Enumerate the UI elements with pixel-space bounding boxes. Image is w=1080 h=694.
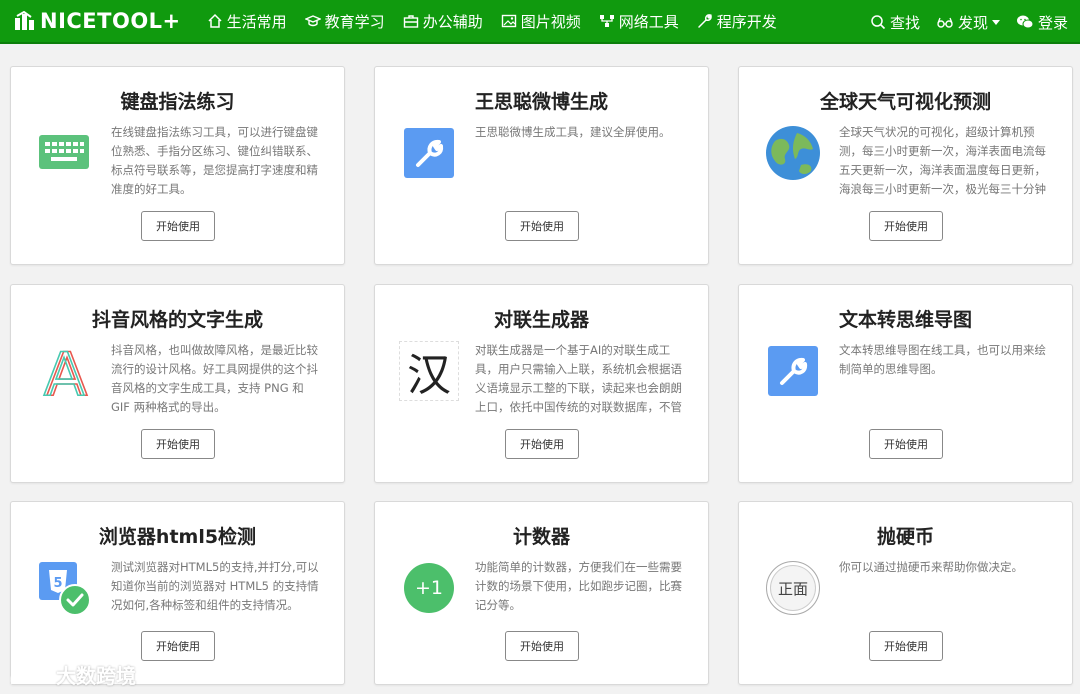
nav-item-education[interactable]: 教育学习 xyxy=(304,11,385,32)
html5-number: 5 xyxy=(53,576,62,591)
watermark-text: 大数跨境 xyxy=(56,664,136,688)
nav-search[interactable]: 查找 xyxy=(870,12,920,33)
card-description: 王思聪微博生成工具，建议全屏使用。 xyxy=(475,125,671,139)
watermark-logo-icon xyxy=(10,664,48,684)
card-description: 功能简单的计数器，方便我们在一些需要计数的场景下使用，比如跑步记圈，比赛记分等。 xyxy=(475,560,682,612)
nav-item-dev[interactable]: 程序开发 xyxy=(697,11,777,32)
tool-card: 全球天气可视化预测 全球天气状况的可视化，超级计算机预测，每三小时更新一次，海洋… xyxy=(738,66,1073,265)
start-button[interactable]: 开始使用 xyxy=(505,631,579,661)
nav-login-label: 登录 xyxy=(1037,13,1068,32)
brand-name: NICETOOL+ xyxy=(40,9,181,33)
nav-item-network[interactable]: 网络工具 xyxy=(599,11,679,32)
plus-one-text: +1 xyxy=(414,577,443,599)
card-title: 文本转思维导图 xyxy=(838,309,972,331)
start-button[interactable]: 开始使用 xyxy=(505,211,579,241)
brand-logo[interactable]: NICETOOL+ xyxy=(14,9,181,33)
html5-check-icon: 5 xyxy=(37,560,93,616)
coin-icon: 正面 xyxy=(765,560,821,616)
search-icon xyxy=(871,15,886,30)
wechat-icon xyxy=(1016,15,1034,29)
start-button[interactable]: 开始使用 xyxy=(505,429,579,459)
nav-discover-label: 发现 xyxy=(957,13,988,32)
han-character-icon: 汉 xyxy=(399,341,459,401)
logo-icon xyxy=(15,11,34,30)
tool-card: 文本转思维导图 文本转思维导图在线工具，也可以用来绘制简单的思维导图。 开始使用 xyxy=(738,284,1073,483)
nav-item-life[interactable]: 生活常用 xyxy=(207,11,287,32)
card-description: 在线键盘指法练习工具，可以进行键盘键位熟悉、手指分区练习、键位纠错联系、标点符号… xyxy=(111,125,318,196)
nav-item-office[interactable]: 办公辅助 xyxy=(403,11,483,32)
chevron-down-icon xyxy=(991,19,1000,25)
briefcase-icon xyxy=(403,15,418,28)
tool-card: 浏览器html5检测 5 测试浏览器对HTML5的支持,并打分,可以知道你当前的… xyxy=(10,501,345,685)
card-title: 计数器 xyxy=(512,526,570,548)
coin-face-text: 正面 xyxy=(777,579,808,598)
watermark: 大数跨境 xyxy=(8,660,136,689)
card-title: 全球天气可视化预测 xyxy=(819,91,991,113)
start-button[interactable]: 开始使用 xyxy=(869,631,943,661)
card-description: 文本转思维导图在线工具，也可以用来绘制简单的思维导图。 xyxy=(839,343,1046,376)
start-button[interactable]: 开始使用 xyxy=(141,429,215,459)
plus-one-icon: +1 xyxy=(401,560,457,616)
nav-item-label: 图片视频 xyxy=(520,12,581,31)
card-description: 对联生成器是一个基于AI的对联生成工具，用户只需输入上联，系统机会根据语义语境显… xyxy=(475,343,682,414)
start-button[interactable]: 开始使用 xyxy=(141,631,215,661)
start-button[interactable]: 开始使用 xyxy=(869,429,943,459)
start-button[interactable]: 开始使用 xyxy=(141,211,215,241)
nav-login[interactable]: 登录 xyxy=(1016,12,1068,33)
tool-card: 抛硬币 正面 你可以通过抛硬币来帮助你做决定。 开始使用 xyxy=(738,501,1073,685)
wrench-tile-icon xyxy=(765,343,821,399)
card-title: 王思聪微博生成 xyxy=(474,91,608,113)
glitch-letter-a-icon: A A xyxy=(37,341,93,401)
tool-card: 计数器 +1 功能简单的计数器，方便我们在一些需要计数的场景下使用，比如跑步记圈… xyxy=(374,501,709,685)
card-title: 对联生成器 xyxy=(493,309,589,331)
nav-item-label: 网络工具 xyxy=(618,12,679,31)
nav-item-label: 程序开发 xyxy=(716,12,777,31)
card-description: 抖音风格，也叫做故障风格，是最近比较流行的设计风格。好工具网提供的这个抖音风格的… xyxy=(111,343,318,414)
graduation-cap-icon xyxy=(304,15,321,27)
tool-card: 抖音风格的文字生成 A A 抖音风格，也叫做故障风格，是最近比较流行的设计风格。… xyxy=(10,284,345,483)
card-title: 抖音风格的文字生成 xyxy=(91,309,263,331)
nav-discover-dropdown[interactable]: 发现 xyxy=(936,12,1000,33)
tool-card: 王思聪微博生成 王思聪微博生成工具，建议全屏使用。 开始使用 xyxy=(374,66,709,265)
nav-item-label: 教育学习 xyxy=(324,12,385,31)
card-description: 测试浏览器对HTML5的支持,并打分,可以知道你当前的浏览器对 HTML5 的支… xyxy=(111,560,319,612)
nav-item-label: 生活常用 xyxy=(226,12,287,31)
wrench-icon xyxy=(697,14,712,28)
card-title: 抛硬币 xyxy=(876,526,934,548)
card-description: 你可以通过抛硬币来帮助你做决定。 xyxy=(839,560,1023,574)
network-icon xyxy=(599,15,614,27)
keyboard-icon xyxy=(39,135,89,169)
card-description: 全球天气状况的可视化，超级计算机预测，每三小时更新一次，海洋表面电流每五天更新一… xyxy=(839,125,1046,196)
nav-item-label: 办公辅助 xyxy=(422,12,483,31)
top-navbar: NICETOOL+ 生活常用 教育学习 办公辅助 图片视频 网络工具 程序开发 xyxy=(0,0,1080,44)
card-title: 键盘指法练习 xyxy=(120,91,235,113)
nav-item-media[interactable]: 图片视频 xyxy=(501,11,581,32)
globe-icon xyxy=(765,125,821,181)
home-icon xyxy=(208,13,222,28)
image-icon xyxy=(501,14,516,28)
han-character: 汉 xyxy=(407,350,451,401)
tool-card: 对联生成器 汉 对联生成器是一个基于AI的对联生成工具，用户只需输入上联，系统机… xyxy=(374,284,709,483)
nav-search-label: 查找 xyxy=(889,13,920,32)
glasses-icon xyxy=(937,17,953,28)
wrench-tile-icon xyxy=(401,125,457,181)
card-title: 浏览器html5检测 xyxy=(98,526,257,548)
glitch-a-cyan: A xyxy=(43,341,84,401)
start-button[interactable]: 开始使用 xyxy=(869,211,943,241)
